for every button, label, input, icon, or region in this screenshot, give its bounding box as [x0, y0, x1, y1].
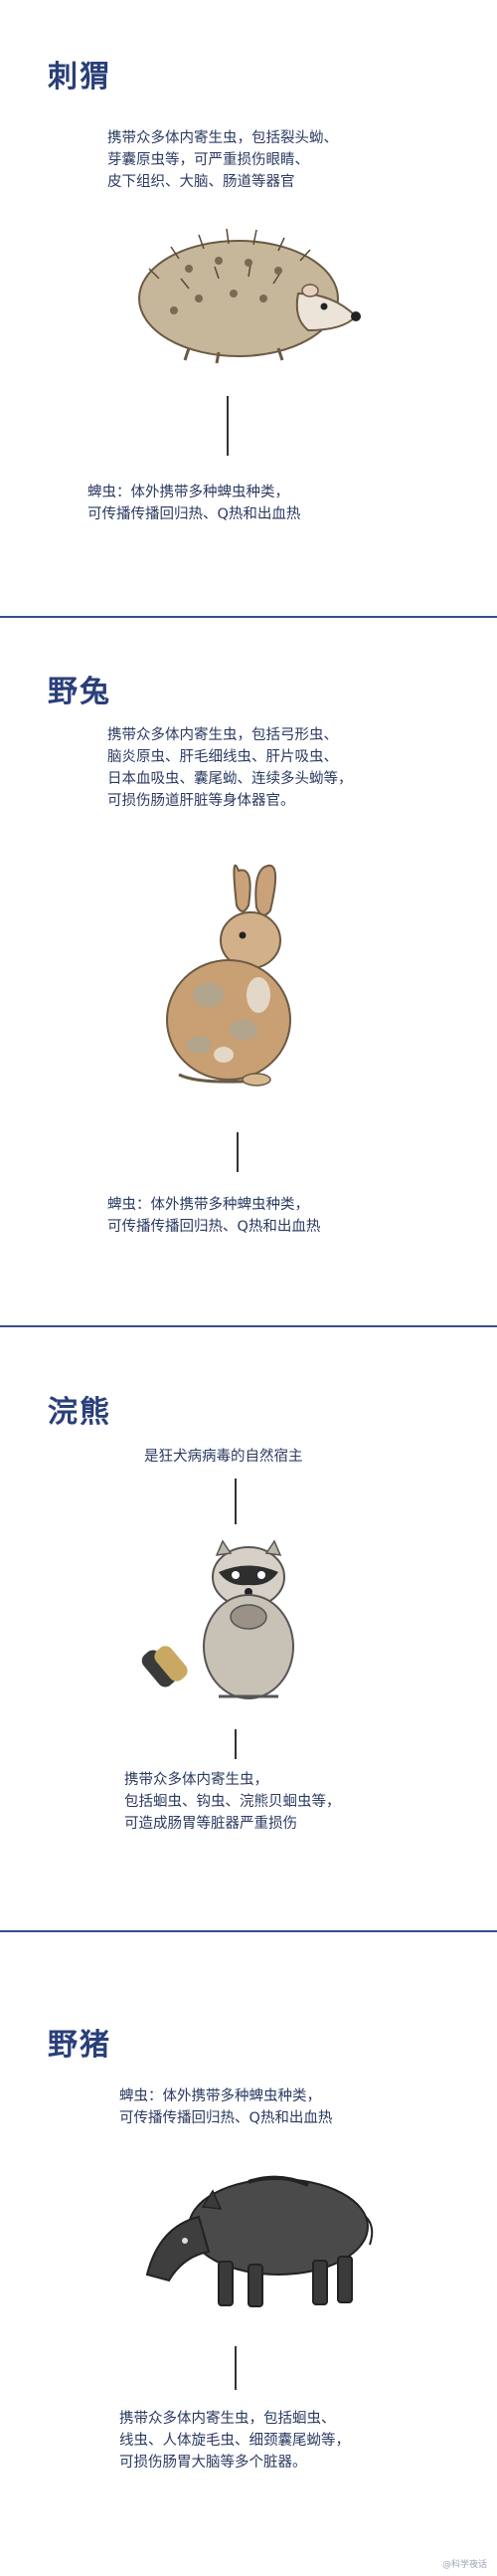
watermark: @科学夜话: [441, 2560, 487, 2570]
wild-boar-illustration: [145, 2175, 374, 2307]
section-divider: [0, 1325, 497, 1327]
hedgehog-illustration: [138, 228, 361, 364]
section-title-raccoon: 浣熊: [48, 1395, 111, 1430]
section-divider: [0, 616, 497, 618]
boar-connector-line: [235, 2346, 237, 2390]
hedgehog-note-top: 携带众多体内寄生虫，包括裂头蚴、 芽囊原虫等，可严重损伤眼睛、 皮下组织、大脑、…: [107, 130, 338, 190]
raccoon-note-bottom: 携带众多体内寄生虫， 包括蛔虫、钩虫、浣熊贝蛔虫等， 可造成肠胃等脏器严重损伤: [124, 1772, 341, 1832]
hedgehog-connector-line: [227, 396, 229, 456]
hare-note-bottom: 蜱虫：体外携带多种蜱虫种类， 可传播传播回归热、Q热和出血热: [107, 1197, 321, 1235]
hare-connector-line: [237, 1132, 239, 1172]
hare-illustration: [166, 864, 291, 1087]
boar-note-top: 蜱虫：体外携带多种蜱虫种类， 可传播传播回归热、Q热和出血热: [119, 2088, 333, 2126]
section-title-hare: 野兔: [48, 675, 111, 709]
infographic-page: 刺猬 携带众多体内寄生虫，包括裂头蚴、 芽囊原虫等，可严重损伤眼睛、 皮下组织、…: [0, 0, 497, 2576]
hedgehog-note-bottom: 蜱虫：体外携带多种蜱虫种类， 可传播传播回归热、Q热和出血热: [87, 485, 301, 522]
hare-note-top: 携带众多体内寄生虫，包括弓形虫、 脑炎原虫、肝毛细线虫、肝片吸虫、 日本血吸虫、…: [107, 727, 353, 809]
raccoon-illustration: [141, 1539, 294, 1699]
boar-note-bottom: 携带众多体内寄生虫，包括蛔虫、 线虫、人体旋毛虫、细颈囊尾蚴等， 可损伤肠胃大脑…: [119, 2411, 350, 2471]
section-title-wild-boar: 野猪: [48, 2028, 111, 2063]
section-title-hedgehog: 刺猬: [48, 60, 111, 95]
raccoon-connector-line-bottom: [235, 1729, 237, 1759]
section-divider: [0, 1930, 497, 1932]
raccoon-note-top: 是狂犬病病毒的自然宿主: [144, 1449, 303, 1465]
raccoon-connector-line-top: [235, 1479, 237, 1524]
